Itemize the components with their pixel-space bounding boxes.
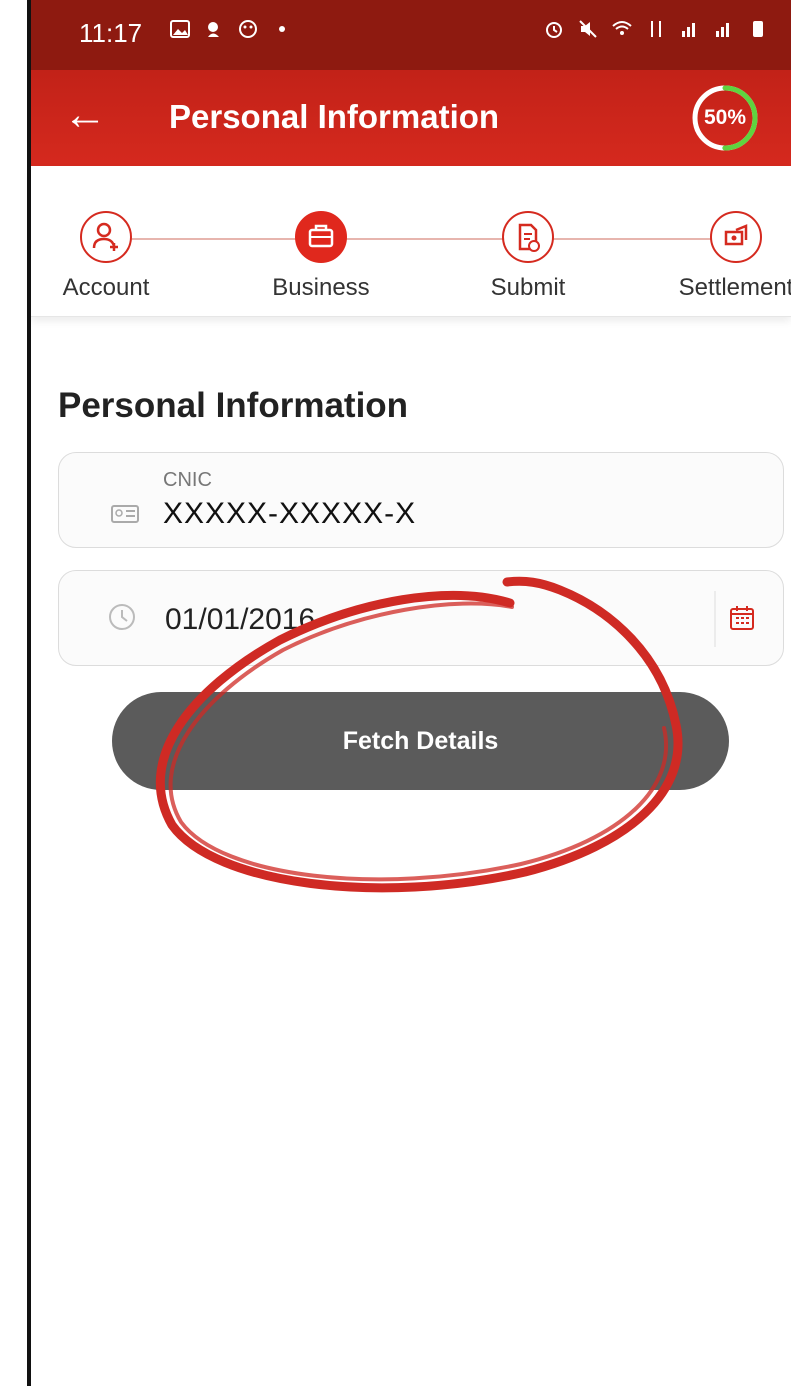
step-settlement-circle xyxy=(710,211,762,263)
step-business[interactable]: Business xyxy=(246,211,396,302)
step-label: Account xyxy=(62,274,150,301)
step-submit[interactable]: Submit xyxy=(453,211,603,302)
status-bar: 11:17 xyxy=(31,0,791,70)
step-label: Submit xyxy=(490,274,566,301)
wifi-icon xyxy=(612,21,632,35)
settlement-icon xyxy=(724,224,748,246)
alarm-icon xyxy=(546,22,562,38)
cnic-value[interactable]: XXXXX-XXXXX-X xyxy=(163,497,416,531)
fetch-details-button[interactable]: Fetch Details xyxy=(112,692,729,790)
battery-icon xyxy=(753,21,763,37)
notification-icons xyxy=(169,18,293,40)
step-business-circle xyxy=(295,211,347,263)
arrow-left-icon[interactable]: ← xyxy=(63,90,107,140)
face-icon xyxy=(239,20,257,38)
status-time: 11:17 xyxy=(79,18,143,48)
screen: 11:17 ← Personal Information 50% Account… xyxy=(0,0,791,1386)
id-card-icon xyxy=(111,505,139,523)
cnic-label: CNIC xyxy=(163,469,212,491)
data-icon xyxy=(651,21,661,37)
date-field[interactable]: 01/01/2016 xyxy=(58,570,784,666)
step-submit-circle xyxy=(502,211,554,263)
field-divider xyxy=(714,591,716,647)
stepper-line xyxy=(107,238,737,240)
signal-icon-2 xyxy=(716,23,729,37)
step-label: Settlement xyxy=(678,274,791,301)
gallery-icon xyxy=(170,20,190,38)
progress-indicator: 50% xyxy=(689,82,761,154)
mute-icon xyxy=(579,20,597,38)
frame-border xyxy=(27,0,31,1386)
date-value[interactable]: 01/01/2016 xyxy=(165,603,315,637)
progress-percent: 50% xyxy=(703,106,747,129)
clock-icon xyxy=(109,604,135,630)
step-label: Business xyxy=(272,274,370,301)
calendar-icon[interactable] xyxy=(727,603,757,633)
signal-icon xyxy=(682,23,695,37)
briefcase-icon xyxy=(308,224,334,248)
document-icon xyxy=(518,223,540,252)
section-title: Personal Information xyxy=(58,386,409,425)
user-add-icon xyxy=(92,222,118,251)
step-account-circle xyxy=(80,211,132,263)
stepper: Account Business Submit Settlement xyxy=(31,166,791,317)
step-settlement[interactable]: Settlement xyxy=(661,211,791,302)
cnic-field[interactable]: CNIC XXXXX-XXXXX-X xyxy=(58,452,784,548)
app-bar: ← Personal Information 50% xyxy=(31,70,791,166)
system-icons xyxy=(543,18,769,40)
bird-icon xyxy=(208,22,219,37)
page-title: Personal Information xyxy=(169,98,500,135)
dot-icon xyxy=(279,26,285,32)
step-account[interactable]: Account xyxy=(31,211,181,302)
